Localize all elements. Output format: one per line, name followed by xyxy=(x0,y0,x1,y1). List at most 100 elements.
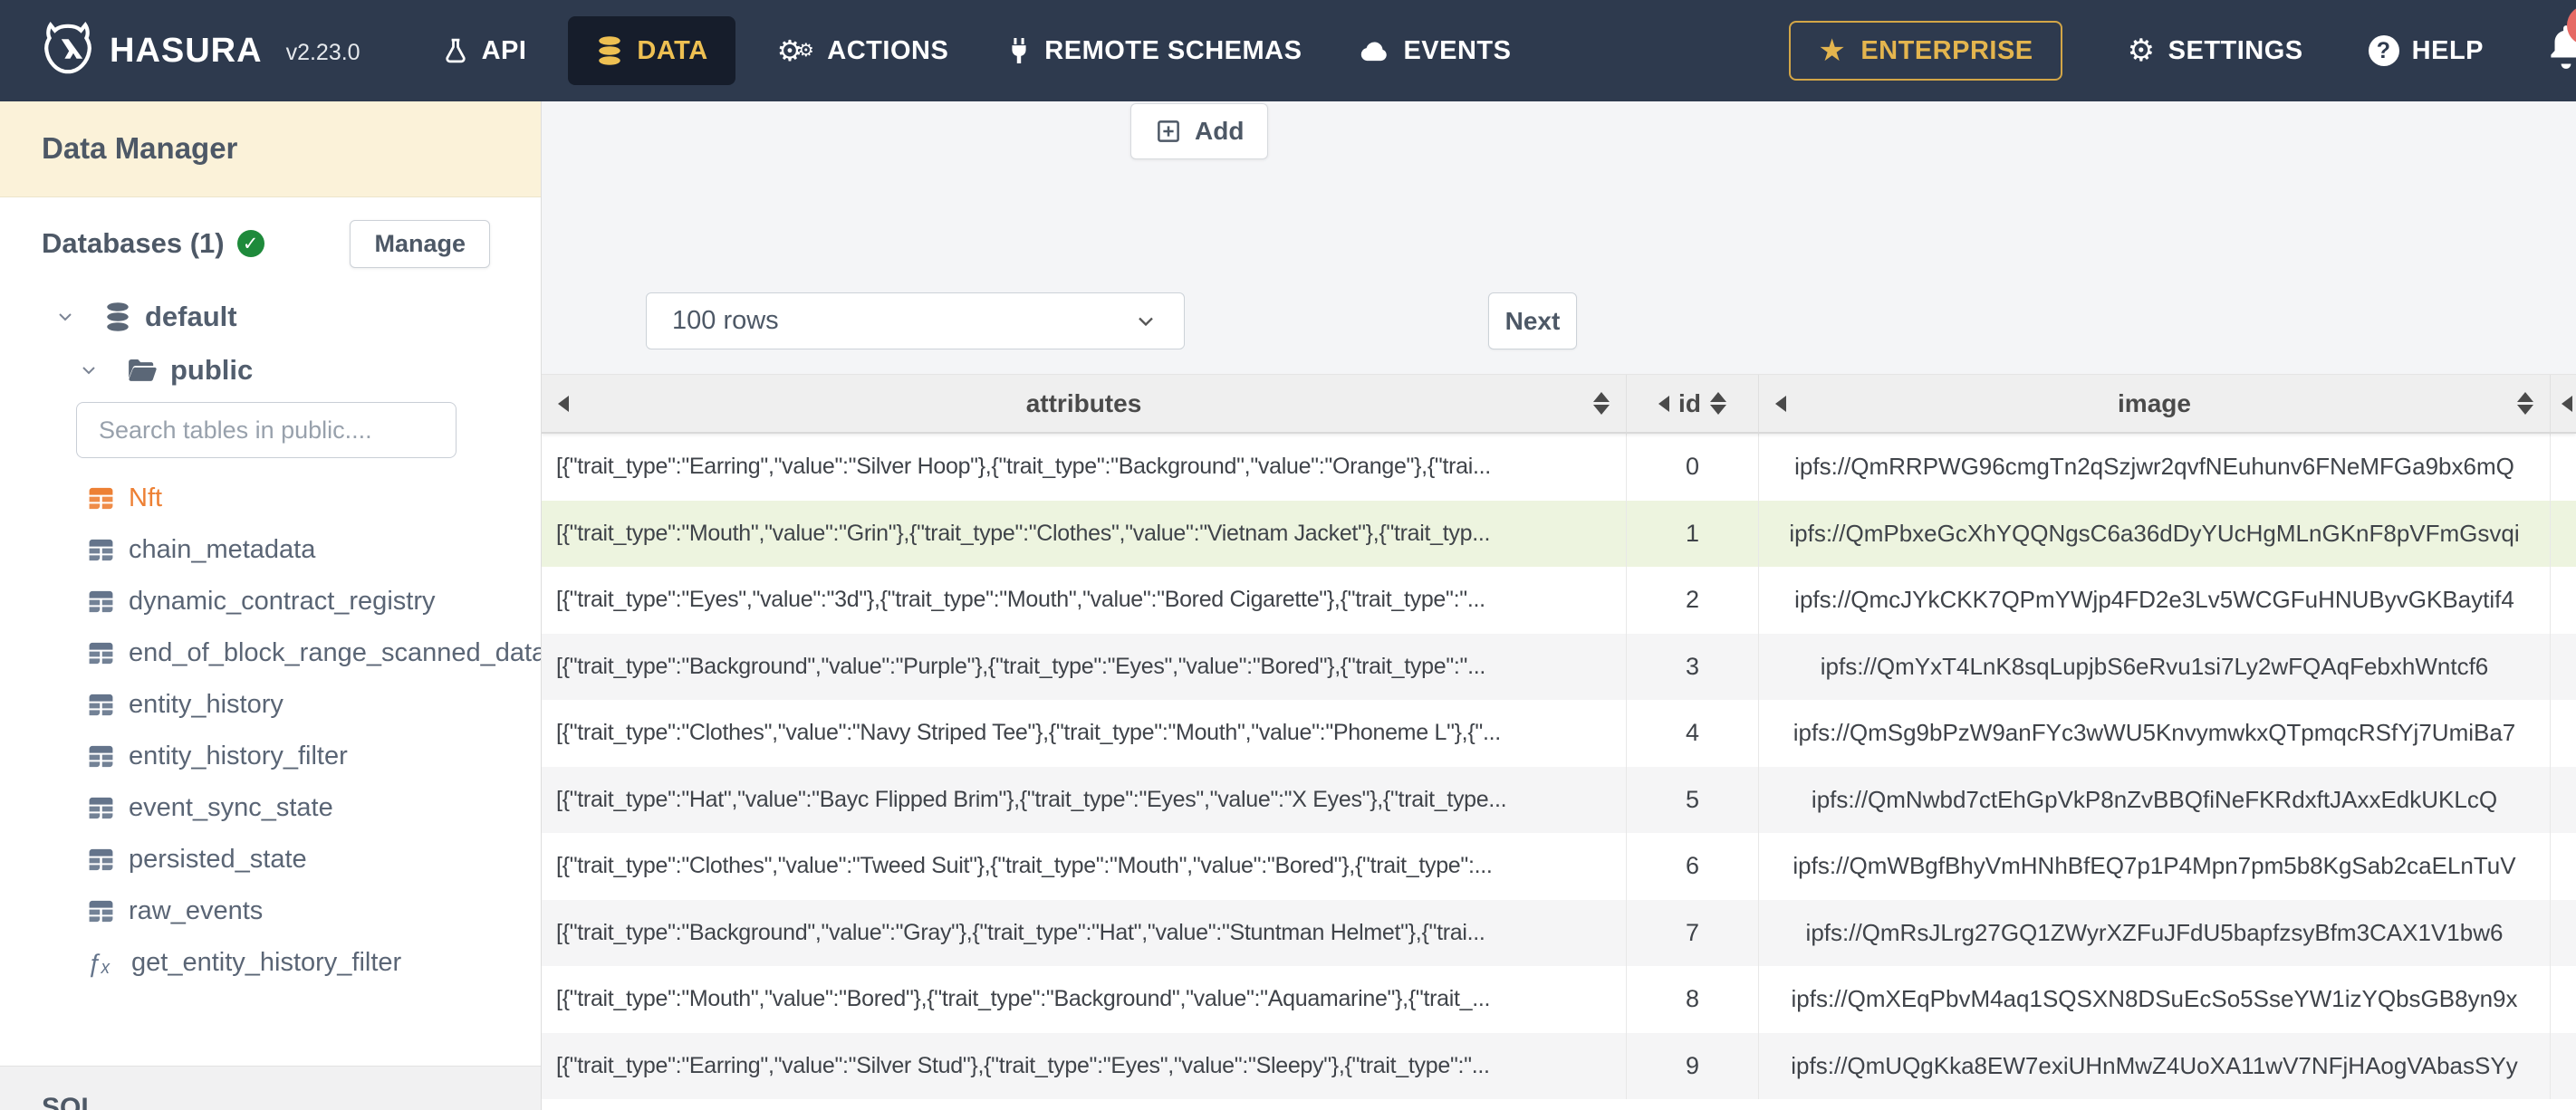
version-label: v2.23.0 xyxy=(285,39,360,65)
plug-icon xyxy=(1006,36,1032,65)
table-icon xyxy=(87,484,115,512)
cell-attributes: [{"trait_type":"Clothes","value":"Navy S… xyxy=(542,700,1627,767)
cell-attributes: [{"trait_type":"Background","value":"Gra… xyxy=(542,899,1627,966)
cell-id: 3 xyxy=(1627,633,1759,700)
table-row[interactable]: [{"trait_type":"Background","value":"Pur… xyxy=(542,633,2576,701)
nav-item-actions[interactable]: ⚙ ⚙ ACTIONS xyxy=(748,36,978,66)
sidebar-table-item[interactable]: ƒₓ dynamic_contract_registry xyxy=(0,576,541,627)
cell-attributes: [{"trait_type":"Mouth","value":"Grin"},{… xyxy=(542,500,1627,567)
cell-partial xyxy=(2551,700,2576,767)
rows-per-page-select[interactable]: 100 rows xyxy=(646,292,1185,349)
table-row[interactable]: [{"trait_type":"Earring","value":"Silver… xyxy=(542,434,2576,501)
table-row[interactable]: [{"trait_type":"Mouth","value":"Bored"},… xyxy=(542,966,2576,1033)
cell-image: ipfs://QmRsJLrg27GQ1ZWyrXZFuJFdU5bapfzsy… xyxy=(1759,899,2551,966)
nav-item-remote-schemas[interactable]: REMOTE SCHEMAS xyxy=(977,36,1331,66)
cell-id: 6 xyxy=(1627,833,1759,900)
notifications-bell[interactable]: 8 xyxy=(2543,5,2576,80)
cell-image: ipfs://QmSg9bPzW9anFYc3wWU5KnvymwkxQTpmq… xyxy=(1759,700,2551,767)
databases-label: Databases (1) xyxy=(42,227,225,259)
table-header-row: attributes id image xyxy=(542,374,2576,434)
cell-image: ipfs://QmcJYkCKK7QPmYWjp4FD2e3Lv5WCGFuHN… xyxy=(1759,567,2551,634)
cell-id: 1 xyxy=(1627,500,1759,567)
sort-icon xyxy=(1593,392,1610,415)
cell-partial xyxy=(2551,1033,2576,1100)
cell-partial xyxy=(2551,434,2576,501)
sidebar-table-item[interactable]: ƒₓ chain_metadata xyxy=(0,524,541,576)
table-icon xyxy=(87,536,115,564)
function-icon: ƒₓ xyxy=(87,948,111,977)
cell-id: 8 xyxy=(1627,966,1759,1033)
browse-rows-table: attributes id image [{"trait_type":"Earr… xyxy=(542,374,2576,1110)
nav-item-help[interactable]: ? HELP xyxy=(2368,35,2484,66)
table-icon xyxy=(87,794,115,822)
cell-attributes: [{"trait_type":"Earring","value":"Silver… xyxy=(542,434,1627,501)
sidebar: Data Manager Databases (1) ✓ Manage defa… xyxy=(0,101,542,1110)
sidebar-table-item[interactable]: ƒₓ Nft xyxy=(0,473,541,524)
expand-column-icon xyxy=(1658,395,1670,412)
sidebar-body: Databases (1) ✓ Manage default public Se… xyxy=(0,197,541,1066)
enterprise-button[interactable]: ★ ENTERPRISE xyxy=(1789,21,2062,81)
sidebar-table-item[interactable]: ƒₓ persisted_state xyxy=(0,834,541,885)
cell-image: ipfs://QmXEqPbvM4aq1SQSXN8DSuEcSo5SseYW1… xyxy=(1759,966,2551,1033)
star-icon: ★ xyxy=(1818,33,1847,68)
sidebar-sql-section[interactable]: SQL xyxy=(0,1066,541,1110)
table-row[interactable]: [{"trait_type":"Clothes","value":"Navy S… xyxy=(542,700,2576,767)
table-row[interactable]: [{"trait_type":"Earring","value":"Silver… xyxy=(542,1032,2576,1100)
search-tables-input[interactable] xyxy=(76,402,457,458)
expand-column-icon xyxy=(558,395,569,412)
cell-attributes: [{"trait_type":"Hat","value":"Bayc Flipp… xyxy=(542,766,1627,833)
sort-icon xyxy=(2517,392,2533,415)
sidebar-table-item[interactable]: ƒₓ raw_events xyxy=(0,885,541,937)
nav-item-events[interactable]: EVENTS xyxy=(1331,36,1540,66)
table-row[interactable]: [{"trait_type":"Hat","value":"Bayc Flipp… xyxy=(542,766,2576,833)
column-header-image[interactable]: image xyxy=(1759,375,2551,432)
cell-image: ipfs://QmNwbd7ctEhGpVkP8nZvBBQfiNeFKRdxf… xyxy=(1759,766,2551,833)
nav-menu: API DATA ⚙ ⚙ ACTIONS REMOTE SCHEMAS EVENT… xyxy=(413,16,1541,85)
gear-icon: ⚙ xyxy=(2127,33,2156,68)
table-icon xyxy=(87,639,115,667)
cell-image: ipfs://QmRRPWG96cmgTn2qSzjwr2qvfNEuhunv6… xyxy=(1759,434,2551,501)
navbar-right: ★ ENTERPRISE ⚙ SETTINGS ? HELP 8 xyxy=(1789,5,2576,81)
cell-partial xyxy=(2551,966,2576,1033)
manage-button[interactable]: Manage xyxy=(350,219,490,268)
sort-icon xyxy=(1709,392,1726,415)
flask-icon xyxy=(442,36,469,65)
column-header-id[interactable]: id xyxy=(1627,375,1759,432)
add-row-button[interactable]: Add xyxy=(1130,103,1269,159)
tree-item-schema[interactable]: public xyxy=(0,343,541,397)
gears-icon: ⚙ ⚙ xyxy=(776,34,815,67)
sidebar-table-item[interactable]: ƒₓ entity_history xyxy=(0,679,541,731)
table-icon xyxy=(87,897,115,925)
nav-item-settings[interactable]: ⚙ SETTINGS xyxy=(2128,35,2303,66)
cell-image: ipfs://QmYxT4LnK8sqLupjbS6eRvu1si7Ly2wFQ… xyxy=(1759,633,2551,700)
cell-partial xyxy=(2551,634,2576,701)
top-navbar: HASURA v2.23.0 API DATA ⚙ ⚙ ACTIONS REMOT… xyxy=(0,0,2576,101)
cell-attributes: [{"trait_type":"Clothes","value":"Tweed … xyxy=(542,833,1627,900)
data-manager-title: Data Manager xyxy=(0,101,541,197)
cell-id: 7 xyxy=(1627,899,1759,966)
sidebar-table-item[interactable]: ƒₓ entity_history_filter xyxy=(0,731,541,782)
hasura-logo-icon[interactable] xyxy=(41,21,95,81)
table-row[interactable]: [{"trait_type":"Eyes","value":"3d"},{"tr… xyxy=(542,567,2576,634)
tree-item-database[interactable]: default xyxy=(0,290,541,343)
table-row[interactable]: [{"trait_type":"Mouth","value":"Grin"},{… xyxy=(542,500,2576,568)
table-row[interactable]: [{"trait_type":"Clothes","value":"Tweed … xyxy=(542,833,2576,900)
next-page-button[interactable]: Next xyxy=(1488,292,1577,349)
cell-attributes: [{"trait_type":"Eyes","value":"3d"},{"tr… xyxy=(542,567,1627,634)
sidebar-table-item[interactable]: ƒₓ get_entity_history_filter xyxy=(0,937,541,989)
cell-attributes: [{"trait_type":"Background","value":"Pur… xyxy=(542,633,1627,700)
cell-partial xyxy=(2551,501,2576,568)
table-row[interactable]: [{"trait_type":"Background","value":"Gra… xyxy=(542,899,2576,966)
database-icon xyxy=(595,35,624,66)
sidebar-table-item[interactable]: ƒₓ event_sync_state xyxy=(0,782,541,834)
column-header-partial[interactable] xyxy=(2551,375,2576,432)
table-icon xyxy=(87,691,115,719)
database-icon xyxy=(103,301,132,332)
nav-item-data[interactable]: DATA xyxy=(568,16,735,85)
cell-attributes: [{"trait_type":"Earring","value":"Silver… xyxy=(542,1032,1627,1099)
nav-item-api[interactable]: API xyxy=(413,36,556,66)
question-icon: ? xyxy=(2368,35,2399,66)
sidebar-table-item[interactable]: ƒₓ end_of_block_range_scanned_data xyxy=(0,627,541,679)
column-header-attributes[interactable]: attributes xyxy=(542,375,1627,432)
check-icon: ✓ xyxy=(236,230,264,257)
